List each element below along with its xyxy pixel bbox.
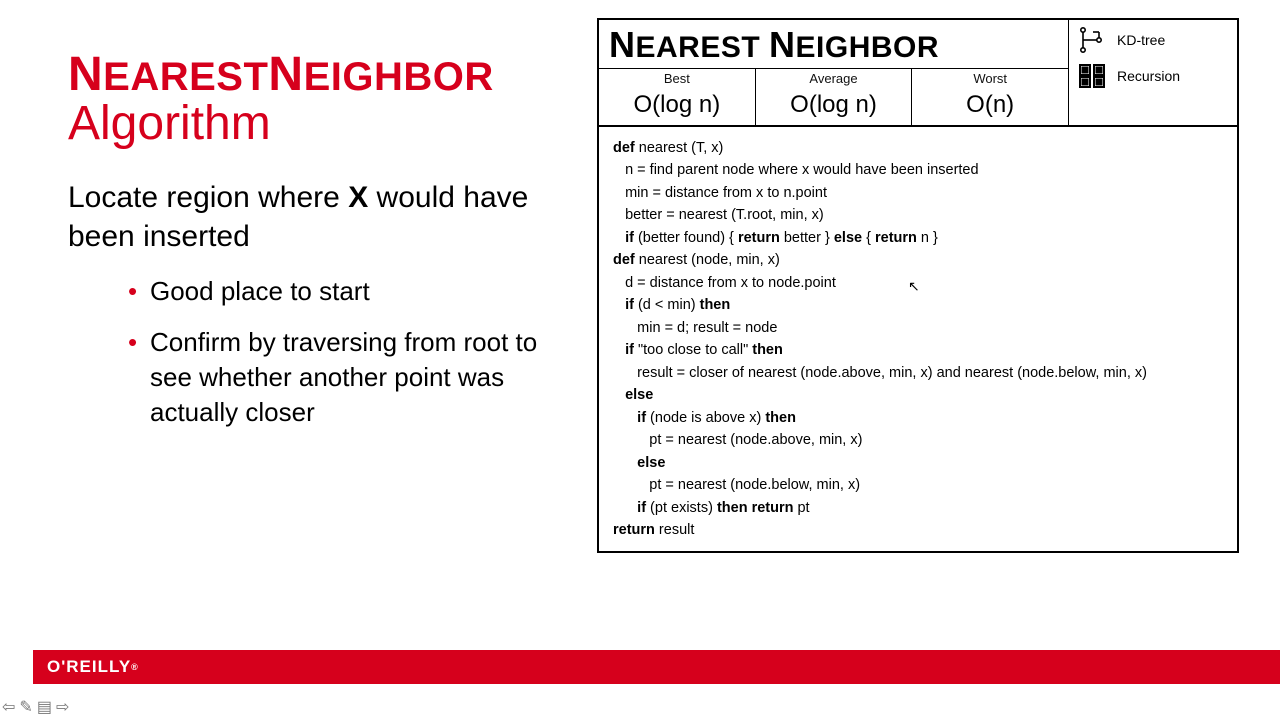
pseudocode: def nearest (T, x) n = find parent node … bbox=[599, 127, 1237, 551]
pseudo-line: if (better found) { return better } else… bbox=[613, 227, 1223, 249]
cursor-icon: ↖ bbox=[908, 278, 920, 295]
complexity-value: O(n) bbox=[912, 88, 1068, 125]
pseudo-line: min = d; result = node bbox=[613, 317, 1223, 339]
complexity-cell: Best O(log n) bbox=[599, 68, 756, 125]
complexity-label: Worst bbox=[912, 69, 1068, 88]
pseudo-line: if (d < min) then bbox=[613, 294, 1223, 316]
card-title: NEAREST NEIGHBOR bbox=[599, 20, 1068, 68]
left-column: NEARESTNEIGHBOR Algorithm Locate region … bbox=[0, 0, 595, 670]
menu-icon[interactable]: ▤ bbox=[37, 700, 52, 716]
nav-controls: ⇦ ✎ ▤ ⇨ bbox=[2, 700, 69, 716]
kdtree-icon bbox=[1077, 26, 1107, 54]
pseudo-line: if (node is above x) then bbox=[613, 407, 1223, 429]
complexity-cell: Worst O(n) bbox=[912, 68, 1068, 125]
recursion-icon bbox=[1077, 62, 1107, 90]
complexity-row: Best O(log n) Average O(log n) Worst O(n… bbox=[599, 68, 1068, 125]
pseudo-line: min = distance from x to n.point bbox=[613, 182, 1223, 204]
side-label: KD-tree bbox=[1117, 32, 1165, 48]
pseudo-line: n = find parent node where x would have … bbox=[613, 159, 1223, 181]
pseudo-line: else bbox=[613, 384, 1223, 406]
pseudo-line: return result bbox=[613, 519, 1223, 541]
title-line2: Algorithm bbox=[68, 98, 595, 151]
card-side: KD-tree bbox=[1069, 20, 1237, 125]
pseudo-line: else bbox=[613, 452, 1223, 474]
complexity-value: O(log n) bbox=[599, 88, 755, 125]
bullet-list: Good place to start Confirm by traversin… bbox=[68, 274, 595, 430]
side-label: Recursion bbox=[1117, 68, 1180, 84]
pseudo-line: def nearest (T, x) bbox=[613, 137, 1223, 159]
pseudo-line: pt = nearest (node.below, min, x) bbox=[613, 474, 1223, 496]
title-line1: NEARESTNEIGHBOR bbox=[68, 50, 595, 100]
pseudo-line: pt = nearest (node.above, min, x) bbox=[613, 429, 1223, 451]
next-icon[interactable]: ⇨ bbox=[56, 700, 69, 716]
complexity-label: Best bbox=[599, 69, 755, 88]
brand-bar: O'REILLY® bbox=[33, 650, 1280, 684]
pseudo-line: if "too close to call" then bbox=[613, 339, 1223, 361]
pseudo-line: better = nearest (T.root, min, x) bbox=[613, 204, 1223, 226]
complexity-label: Average bbox=[756, 69, 912, 88]
subtitle: Locate region where X would have been in… bbox=[68, 179, 595, 256]
brand-text: O'REILLY bbox=[47, 657, 131, 677]
pseudo-line: result = closer of nearest (node.above, … bbox=[613, 362, 1223, 384]
side-row: KD-tree bbox=[1077, 26, 1229, 54]
pseudo-line: if (pt exists) then return pt bbox=[613, 497, 1223, 519]
slide: NEARESTNEIGHBOR Algorithm Locate region … bbox=[0, 0, 1280, 670]
complexity-value: O(log n) bbox=[756, 88, 912, 125]
prev-icon[interactable]: ⇦ bbox=[2, 700, 15, 716]
bullet-item: Confirm by traversing from root to see w… bbox=[128, 325, 580, 430]
registered-mark: ® bbox=[131, 662, 139, 672]
side-row: Recursion bbox=[1077, 62, 1229, 90]
card-header: NEAREST NEIGHBOR Best O(log n) Average O… bbox=[599, 20, 1237, 127]
edit-icon[interactable]: ✎ bbox=[19, 700, 32, 716]
pseudo-line: def nearest (node, min, x) bbox=[613, 249, 1223, 271]
complexity-cell: Average O(log n) bbox=[756, 68, 913, 125]
bullet-item: Good place to start bbox=[128, 274, 580, 309]
